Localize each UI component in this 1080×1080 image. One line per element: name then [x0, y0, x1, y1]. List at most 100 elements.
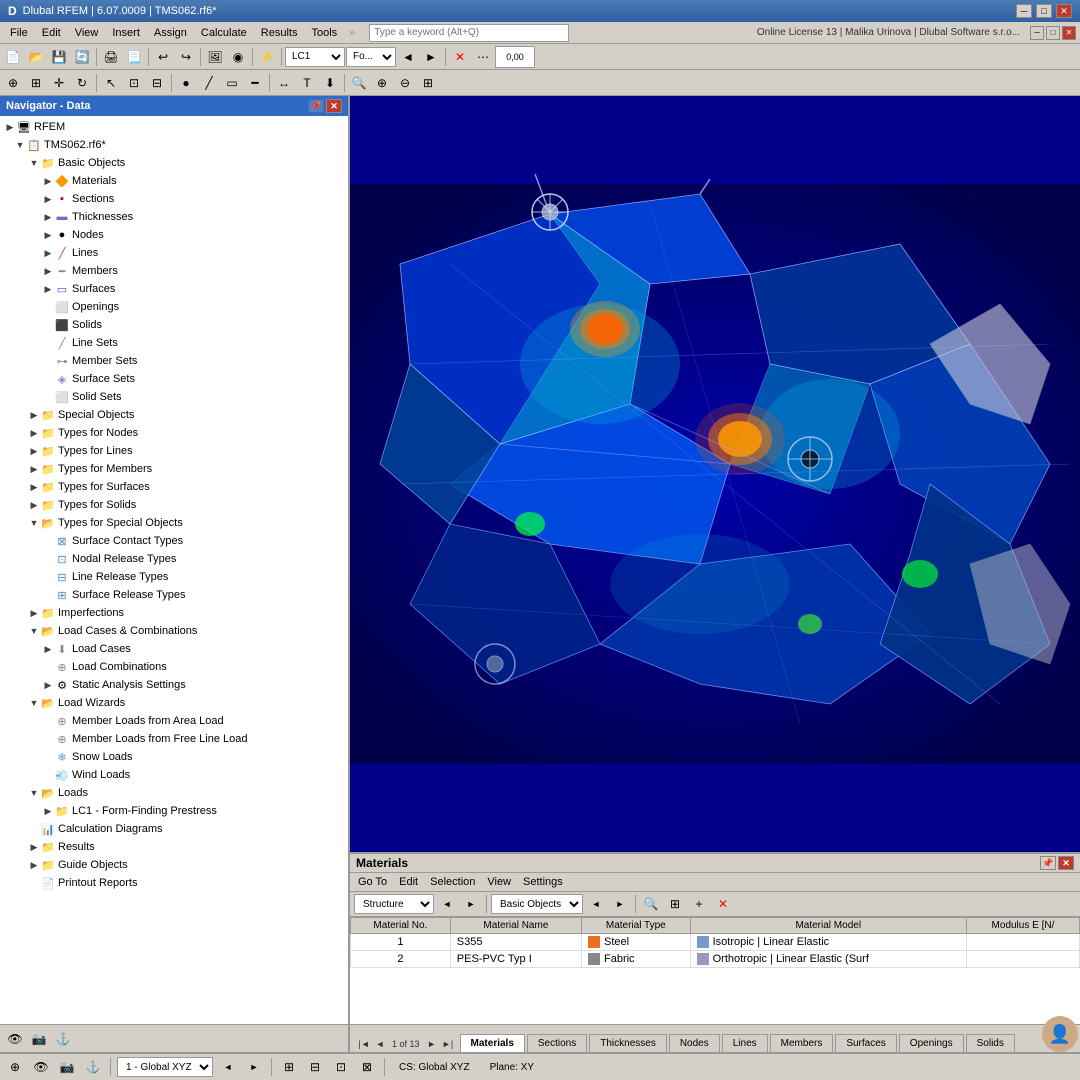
menu-view[interactable]: View	[69, 25, 105, 41]
nav-pin-btn[interactable]: 📌	[308, 99, 324, 113]
menu-edit-mat[interactable]: Edit	[395, 875, 422, 889]
menu-settings[interactable]: Settings	[519, 875, 567, 889]
menu-file[interactable]: File	[4, 25, 34, 41]
tree-types-nodes[interactable]: ▶ 📁 Types for Nodes	[0, 424, 348, 442]
menu-goto[interactable]: Go To	[354, 875, 391, 889]
view-btn[interactable]: 🖼	[204, 46, 226, 68]
tab-sections[interactable]: Sections	[527, 1034, 587, 1052]
tree-members[interactable]: ▶ ━ Members	[0, 262, 348, 280]
select3-btn[interactable]: ⊟	[146, 72, 168, 94]
status-view3-btn[interactable]: ⊡	[330, 1056, 352, 1078]
online-max-btn[interactable]: □	[1046, 26, 1060, 40]
model-view[interactable]	[350, 96, 1080, 852]
pt-filter-btn[interactable]: ⊞	[664, 893, 686, 915]
tree-types-special[interactable]: ▼ 📂 Types for Special Objects	[0, 514, 348, 532]
dim-btn[interactable]: ↔	[273, 72, 295, 94]
menu-assign[interactable]: Assign	[148, 25, 193, 41]
member-btn[interactable]: ━	[244, 72, 266, 94]
tree-project[interactable]: ▼ 📋 TMS062.rf6*	[0, 136, 348, 154]
render-btn[interactable]: ◉	[227, 46, 249, 68]
panel-close-btn[interactable]: ✕	[1058, 856, 1074, 870]
pt-prev2-btn[interactable]: ◄	[585, 893, 607, 915]
more-btn[interactable]: ⋯	[472, 46, 494, 68]
tree-openings[interactable]: ⬜ Openings	[0, 298, 348, 316]
line-btn[interactable]: ╱	[198, 72, 220, 94]
panel-header-btns[interactable]: 📌 ✕	[1040, 856, 1074, 870]
tree-materials[interactable]: ▶ 🔶 Materials	[0, 172, 348, 190]
status-view-btn[interactable]: ⊞	[278, 1056, 300, 1078]
close-button[interactable]: ✕	[1056, 4, 1072, 18]
redo-btn[interactable]: ↪	[175, 46, 197, 68]
menu-insert[interactable]: Insert	[106, 25, 146, 41]
tab-thicknesses[interactable]: Thicknesses	[589, 1034, 667, 1052]
pt-add-btn[interactable]: +	[688, 893, 710, 915]
tree-printout-reports[interactable]: 📄 Printout Reports	[0, 874, 348, 892]
calc-btn[interactable]: ⚡	[256, 46, 278, 68]
tree-load-cases[interactable]: ▶ ⬇ Load Cases	[0, 640, 348, 658]
nav-eye-btn[interactable]: 👁	[4, 1028, 26, 1050]
status-cam-btn[interactable]: 📷	[56, 1056, 78, 1078]
pt-prev-btn[interactable]: ◄	[436, 893, 458, 915]
tree-rfem[interactable]: ▶ 🖥 RFEM	[0, 118, 348, 136]
tree-line-sets[interactable]: ╱ Line Sets	[0, 334, 348, 352]
ortho-btn[interactable]: ⊞	[25, 72, 47, 94]
fit-btn[interactable]: ⊞	[417, 72, 439, 94]
title-bar-controls[interactable]: ─ □ ✕	[1016, 4, 1072, 18]
menu-selection[interactable]: Selection	[426, 875, 479, 889]
maximize-button[interactable]: □	[1036, 4, 1052, 18]
menu-calculate[interactable]: Calculate	[195, 25, 253, 41]
tree-imperfections[interactable]: ▶ 📁 Imperfections	[0, 604, 348, 622]
next-btn[interactable]: ►	[420, 46, 442, 68]
structure-dropdown[interactable]: Structure	[354, 894, 434, 914]
nav-tree[interactable]: ▶ 🖥 RFEM ▼ 📋 TMS062.rf6* ▼ 📁 Basic Objec…	[0, 116, 348, 1024]
fo-dropdown[interactable]: Fo...	[346, 47, 396, 67]
menu-edit[interactable]: Edit	[36, 25, 67, 41]
snap-btn[interactable]: ⊕	[2, 72, 24, 94]
panel-bottom-tabs[interactable]: |◄ ◄ 1 of 13 ► ►| Materials Sections Thi…	[350, 1024, 1080, 1052]
pt-next-btn[interactable]: ►	[460, 893, 482, 915]
tree-surface-release[interactable]: ⊞ Surface Release Types	[0, 586, 348, 604]
mat-row-1[interactable]: 1 S355 Steel Isotropic | Linear Elastic	[351, 934, 1080, 951]
menu-view-mat[interactable]: View	[483, 875, 515, 889]
status-snap-btn[interactable]: ⊕	[4, 1056, 26, 1078]
tree-types-solids[interactable]: ▶ 📁 Types for Solids	[0, 496, 348, 514]
menu-results[interactable]: Results	[255, 25, 304, 41]
pt-search-btn[interactable]: 🔍	[640, 893, 662, 915]
tree-static-analysis[interactable]: ▶ ⚙ Static Analysis Settings	[0, 676, 348, 694]
print2-btn[interactable]: 📃	[123, 46, 145, 68]
tree-member-free-line[interactable]: ⊕ Member Loads from Free Line Load	[0, 730, 348, 748]
tab-lines[interactable]: Lines	[722, 1034, 768, 1052]
nav-anchor-btn[interactable]: ⚓	[52, 1028, 74, 1050]
tree-types-members[interactable]: ▶ 📁 Types for Members	[0, 460, 348, 478]
tab-nodes[interactable]: Nodes	[669, 1034, 720, 1052]
navigator-header-btns[interactable]: 📌 ✕	[308, 99, 342, 113]
tree-sections[interactable]: ▶ ▪ Sections	[0, 190, 348, 208]
tree-calc-diagrams[interactable]: 📊 Calculation Diagrams	[0, 820, 348, 838]
tree-load-wizards[interactable]: ▼ 📂 Load Wizards	[0, 694, 348, 712]
prev-page-btn[interactable]: ◄	[372, 1036, 388, 1052]
online-close-btn[interactable]: ✕	[1062, 26, 1076, 40]
online-min-btn[interactable]: ─	[1030, 26, 1044, 40]
menu-tools[interactable]: Tools	[305, 25, 343, 41]
select2-btn[interactable]: ⊡	[123, 72, 145, 94]
tree-basic-objects[interactable]: ▼ 📁 Basic Objects	[0, 154, 348, 172]
search-input[interactable]	[369, 24, 569, 42]
tree-surface-contact[interactable]: ⊠ Surface Contact Types	[0, 532, 348, 550]
basic-objects-dropdown[interactable]: Basic Objects	[491, 894, 583, 914]
tree-lines[interactable]: ▶ ╱ Lines	[0, 244, 348, 262]
panel-pin-btn[interactable]: 📌	[1040, 856, 1056, 870]
tree-member-sets[interactable]: ⊶ Member Sets	[0, 352, 348, 370]
tree-wind-loads[interactable]: 💨 Wind Loads	[0, 766, 348, 784]
rotate-btn[interactable]: ↻	[71, 72, 93, 94]
refresh-btn[interactable]: 🔄	[71, 46, 93, 68]
tree-loads[interactable]: ▼ 📂 Loads	[0, 784, 348, 802]
tree-load-cases-comb[interactable]: ▼ 📂 Load Cases & Combinations	[0, 622, 348, 640]
status-anchor-btn[interactable]: ⚓	[82, 1056, 104, 1078]
tree-solid-sets[interactable]: ⬜ Solid Sets	[0, 388, 348, 406]
nav-camera-btn[interactable]: 📷	[28, 1028, 50, 1050]
tree-solids[interactable]: ⬛ Solids	[0, 316, 348, 334]
save-btn[interactable]: 💾	[48, 46, 70, 68]
delete-btn[interactable]: ✕	[449, 46, 471, 68]
text-btn[interactable]: T	[296, 72, 318, 94]
status-view2-btn[interactable]: ⊟	[304, 1056, 326, 1078]
